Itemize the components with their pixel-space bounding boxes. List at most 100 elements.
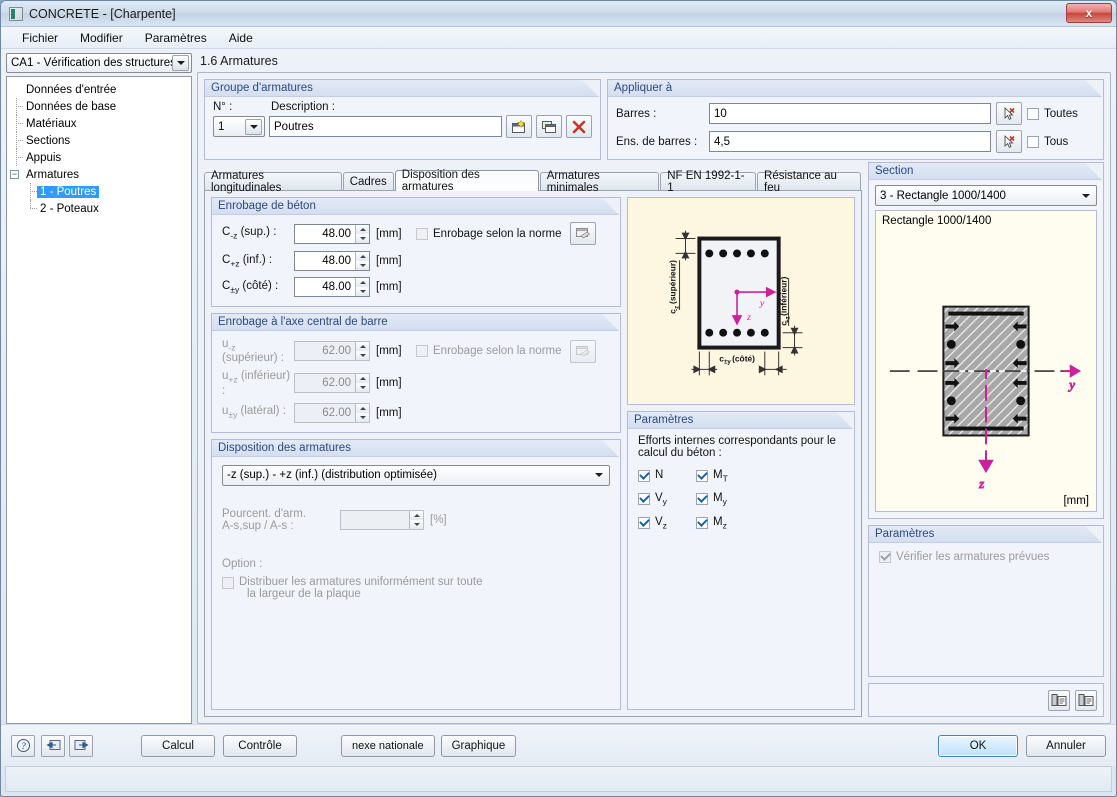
tab-panel: Enrobage de béton C-z (sup.) : 48.00 [mm… [204, 190, 862, 717]
internal-force-mt-row[interactable]: MT [696, 469, 728, 483]
help-button[interactable]: ? [11, 734, 35, 757]
collapse-icon[interactable]: − [10, 170, 19, 179]
menu-aide[interactable]: Aide [218, 29, 264, 47]
description-input[interactable]: Poutres [269, 116, 502, 137]
menu-fichier[interactable]: Fichier [11, 29, 69, 47]
internal-force-vz-checkbox[interactable] [638, 516, 650, 529]
axis-input-uy-lat: 62.00 [294, 402, 370, 423]
all-sets-checkbox-row[interactable]: Tous [1027, 135, 1097, 148]
section-preview[interactable]: Rectangle 1000/1400 [mm] y z [875, 210, 1097, 513]
internal-force-vy-checkbox[interactable] [638, 493, 650, 506]
tree-item-materiaux[interactable]: Matériaux [10, 115, 188, 132]
section-combo[interactable]: 3 - Rectangle 1000/1400 [875, 185, 1097, 206]
cover-input-cz-sup[interactable]: 48.00 [294, 223, 370, 244]
chevron-down-icon[interactable] [591, 473, 607, 478]
all-sets-checkbox[interactable] [1027, 135, 1039, 148]
menu-parametres[interactable]: Paramètres [134, 29, 218, 47]
section-parameters-box: Paramètres Vérifier les armatures prévue… [868, 525, 1104, 678]
all-bars-checkbox-row[interactable]: Toutes [1027, 107, 1097, 120]
cover-standard-checkbox-row[interactable]: Enrobage selon la norme [416, 227, 562, 240]
axis-z-label: z [978, 477, 984, 491]
tab-strip: Armatures longitudinales Cadres Disposit… [204, 169, 862, 194]
axis-input-uz-inf: 62.00 [294, 373, 370, 394]
pick-bars-button[interactable] [996, 102, 1022, 125]
axis-unit: [mm] [376, 345, 402, 358]
spinner-buttons [409, 510, 423, 529]
tab-disposition-des-armatures[interactable]: Disposition des armatures [394, 169, 539, 193]
tree-item-2-poteaux[interactable]: 2 - Poteaux [10, 200, 188, 217]
sets-label: Ens. de barres : [616, 135, 698, 148]
page-title: 1.6 Armatures [200, 54, 278, 68]
svg-text:(côté): (côté) [732, 353, 755, 363]
annexe-nationale-button[interactable]: nexe nationale [341, 734, 435, 757]
new-group-button[interactable] [506, 115, 532, 138]
tab-resistance-au-feu[interactable]: Résistance au feu [757, 170, 861, 194]
tab-armatures-longitudinales[interactable]: Armatures longitudinales [204, 170, 342, 194]
internal-force-vz-label: Vz [655, 515, 667, 530]
spinner-buttons[interactable] [355, 278, 369, 296]
tree-item-sections[interactable]: Sections [10, 132, 188, 149]
internal-force-my-row[interactable]: My [696, 492, 728, 507]
next-button[interactable] [69, 734, 93, 757]
axis-y-label: y [1067, 378, 1075, 392]
axis-y-label: y [759, 298, 765, 309]
top-row: Groupe d'armatures N° : Description : 1 [204, 79, 1104, 160]
menu-modifier[interactable]: Modifier [69, 29, 134, 47]
svg-text:-z: -z [675, 306, 681, 311]
parameters-desc-line2: calcul du béton : [638, 447, 722, 459]
pick-sets-button[interactable] [996, 130, 1022, 153]
internal-force-n-checkbox[interactable] [638, 470, 650, 483]
spinner-buttons [355, 403, 369, 422]
tree-group-armatures[interactable]: − Armatures [10, 166, 188, 183]
bars-input[interactable]: 10 [709, 103, 991, 124]
cover-standard-checkbox[interactable] [416, 227, 428, 240]
calcul-button[interactable]: Calcul [141, 734, 215, 757]
internal-force-mt-checkbox[interactable] [696, 470, 708, 483]
group-number-combo[interactable]: 1 [213, 116, 265, 137]
cover-label-cz-sup: C-z (sup.) : [222, 226, 277, 241]
case-selector[interactable]: CA1 - Vérification des structures [6, 53, 192, 73]
tree-root[interactable]: Données d'entrée [10, 81, 188, 98]
close-button[interactable]: x [1066, 3, 1112, 23]
internal-force-mz-checkbox[interactable] [696, 516, 708, 529]
chevron-down-icon[interactable] [1078, 193, 1094, 198]
layout-box: Disposition des armatures -z (sup.) - +z… [211, 438, 621, 710]
internal-force-n-row[interactable]: N [638, 469, 696, 483]
tab-nf-en-1992-1-1[interactable]: NF EN 1992-1-1 [660, 170, 757, 194]
parameters-desc-line1: Efforts internes correspondants pour le [638, 435, 836, 447]
ok-button[interactable]: OK [938, 734, 1018, 757]
all-bars-checkbox[interactable] [1027, 107, 1039, 120]
layout-combo[interactable]: -z (sup.) - +z (inf.) (distribution opti… [222, 464, 610, 486]
spinner-buttons[interactable] [355, 224, 369, 243]
tree-item-appuis[interactable]: Appuis [10, 149, 188, 166]
cover-settings-button[interactable] [569, 222, 596, 245]
annuler-button[interactable]: Annuler [1026, 734, 1106, 757]
cover-input-cz-inf[interactable]: 48.00 [294, 251, 370, 271]
previous-button[interactable] [41, 734, 65, 757]
internal-force-vy-row[interactable]: Vy [638, 492, 696, 507]
tab-armatures-minimales[interactable]: Armatures minimales [539, 170, 660, 194]
window-controls: x [1066, 3, 1112, 23]
sets-input[interactable]: 4,5 [709, 131, 991, 152]
chevron-down-icon[interactable] [245, 118, 262, 135]
internal-force-my-checkbox[interactable] [696, 493, 708, 506]
spinner-buttons [355, 374, 369, 393]
copy-group-button[interactable] [536, 115, 562, 138]
internal-force-mz-row[interactable]: Mz [696, 516, 728, 530]
spinner-buttons[interactable] [355, 252, 369, 270]
tab-cadres[interactable]: Cadres [342, 172, 394, 190]
controle-button[interactable]: Contrôle [223, 734, 297, 757]
section-detail-button-1[interactable] [1048, 689, 1070, 711]
internal-force-vz-row[interactable]: Vz [638, 516, 696, 530]
cover-unit: [mm] [376, 281, 402, 293]
section-detail-button-2[interactable] [1075, 689, 1097, 711]
graphique-button[interactable]: Graphique [440, 734, 517, 757]
cover-input-cy-cote[interactable]: 48.00 [294, 277, 370, 297]
chevron-down-icon[interactable] [172, 55, 189, 71]
tree-item-1-poutres[interactable]: 1 - Poutres [10, 183, 188, 200]
section-drawing: y z [876, 212, 1096, 510]
tree-item-donnees-de-base[interactable]: Données de base [10, 98, 188, 115]
concrete-cover-box: Enrobage de béton C-z (sup.) : 48.00 [mm… [211, 197, 621, 307]
delete-group-button[interactable] [566, 115, 592, 138]
axis-cover-legend: Enrobage à l'axe central de barre [212, 314, 620, 332]
